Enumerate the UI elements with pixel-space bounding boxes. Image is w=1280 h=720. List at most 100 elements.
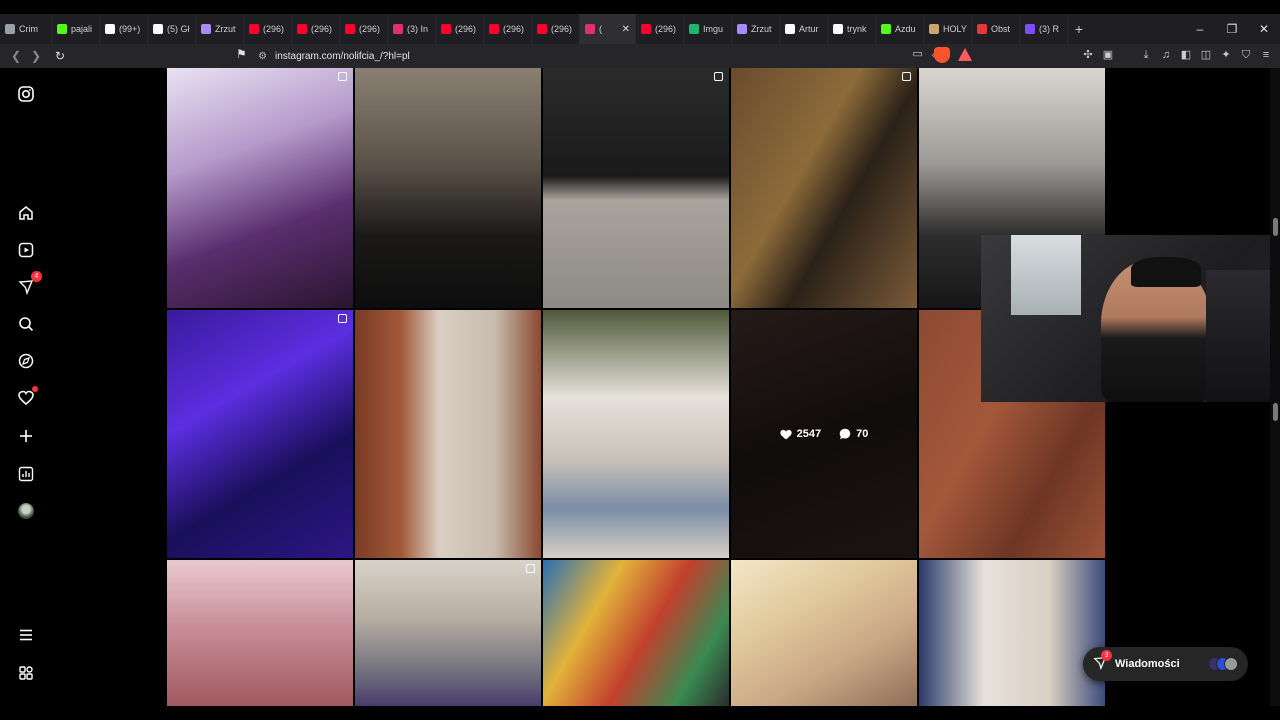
browser-tab[interactable]: (296) [244,14,292,44]
avatar [1224,657,1238,671]
tab-label: ( [599,24,602,34]
post-tile[interactable] [543,310,729,558]
screenshot-icon[interactable]: ▭ [912,47,922,60]
browser-tab[interactable]: (5) Gł [148,14,196,44]
post-tile[interactable] [167,310,353,558]
favicon-icon [537,24,547,34]
post-tile[interactable] [543,560,729,706]
browser-tab[interactable]: (296) [436,14,484,44]
browser-tab[interactable]: (296) [532,14,580,44]
search-icon[interactable] [16,314,36,334]
leo-icon[interactable]: ✦ [1220,48,1232,62]
browser-tab[interactable]: (296) [484,14,532,44]
tab-label: (3) In [407,24,429,34]
explore-icon[interactable] [16,351,36,371]
tab-label: (3) R [1039,24,1059,34]
post-tile[interactable] [167,68,353,308]
tab-label: (296) [359,24,381,34]
minimize-icon[interactable]: – [1194,22,1206,36]
dashboard-icon[interactable] [16,464,36,484]
browser-tab[interactable]: (3) In [388,14,436,44]
tab-label: (99+) [119,24,141,34]
browser-tab[interactable]: trynk [828,14,876,44]
extensions-icon[interactable]: ✣ [1082,48,1094,62]
restore-icon[interactable]: ❐ [1226,22,1238,36]
post-tile[interactable] [731,68,917,308]
notifications-send-icon[interactable]: 4 [16,271,42,297]
brave-shield-icon[interactable] [934,47,950,63]
profile-avatar[interactable] [16,501,36,521]
favicon-icon [393,24,403,34]
sidebar-toggle-icon[interactable]: ◧ [1180,48,1192,62]
post-tile[interactable] [919,560,1105,706]
threads-apps-icon[interactable] [16,663,36,683]
favicon-icon [833,24,843,34]
favicon-icon [1025,24,1035,34]
close-window-icon[interactable]: ✕ [1258,22,1270,36]
url-text: instagram.com/nolifcia_/?hl=pl [274,50,410,62]
tab-label: Zrzut [215,24,236,34]
tab-label: trynk [847,24,867,34]
browser-tab[interactable]: HOLY [924,14,972,44]
tab-close-icon[interactable]: ✕ [622,24,630,35]
bottom-strip [0,706,1280,720]
likes-count: 2547 [796,428,822,440]
favicon-icon [105,24,115,34]
reload-icon[interactable]: ↻ [50,49,70,63]
favicon-icon [153,24,163,34]
scrollbar-thumb-secondary[interactable] [1273,403,1278,421]
wallet-icon[interactable]: ▣ [1102,48,1114,62]
post-tile[interactable] [543,68,729,308]
page-scrollbar[interactable] [1270,68,1280,706]
post-hover-overlay: 2547 70 [731,310,917,558]
tab-label: (296) [655,24,677,34]
home-icon[interactable] [16,203,36,223]
browser-tab[interactable]: (296) [292,14,340,44]
browser-tab[interactable]: Zrzut [732,14,780,44]
browser-tab[interactable]: (3) R [1020,14,1068,44]
favicon-icon [57,24,67,34]
forward-icon[interactable]: ❯ [26,49,46,63]
browser-tab[interactable]: pajali [52,14,100,44]
wallet2-icon[interactable]: ◫ [1200,48,1212,62]
tab-label: (296) [503,24,525,34]
browser-tab[interactable]: Azdu [876,14,924,44]
instagram-logo-icon[interactable] [16,84,36,104]
favicon-icon [489,24,499,34]
scrollbar-thumb[interactable] [1273,218,1278,236]
browser-tab[interactable]: Imgu [684,14,732,44]
menu-icon[interactable]: ≡ [1260,48,1272,62]
post-tile[interactable] [167,560,353,706]
vpn-icon[interactable]: ⛉ [1240,48,1252,62]
site-info-icon[interactable]: ⚙ [258,51,267,62]
back-icon[interactable]: ❮ [6,49,26,63]
media-icon[interactable]: ♫ [1160,48,1172,62]
reels-icon[interactable] [16,240,36,260]
download-icon[interactable]: ⤓ [1140,48,1152,62]
tab-label: (296) [551,24,573,34]
browser-tab-active[interactable]: (✕ [580,14,636,44]
post-tile[interactable] [731,560,917,706]
browser-tab[interactable]: Artur [780,14,828,44]
messages-button[interactable]: 3 Wiadomości [1083,647,1248,681]
favicon-icon [977,24,987,34]
post-tile-hovered[interactable]: 2547 70 [731,310,917,558]
browser-tab[interactable]: Crim [0,14,52,44]
browser-tab[interactable]: (296) [636,14,684,44]
more-menu-icon[interactable] [16,625,36,645]
window-controls: – ❐ ✕ [1194,22,1280,36]
create-icon[interactable] [16,426,36,446]
post-tile[interactable] [355,310,541,558]
cap [1131,257,1201,287]
browser-tab[interactable]: Obst [972,14,1020,44]
address-bar[interactable]: ⚙ instagram.com/nolifcia_/?hl=pl [258,46,978,66]
browser-tab[interactable]: Zrzut [196,14,244,44]
browser-tab[interactable]: (99+) [100,14,148,44]
post-tile[interactable] [355,68,541,308]
post-tile[interactable] [355,560,541,706]
bookmark-icon[interactable]: ⚑ [236,47,247,61]
heart-icon[interactable] [16,386,38,408]
brave-rewards-icon[interactable] [958,48,972,61]
new-tab-button[interactable]: + [1068,21,1090,37]
browser-tab[interactable]: (296) [340,14,388,44]
